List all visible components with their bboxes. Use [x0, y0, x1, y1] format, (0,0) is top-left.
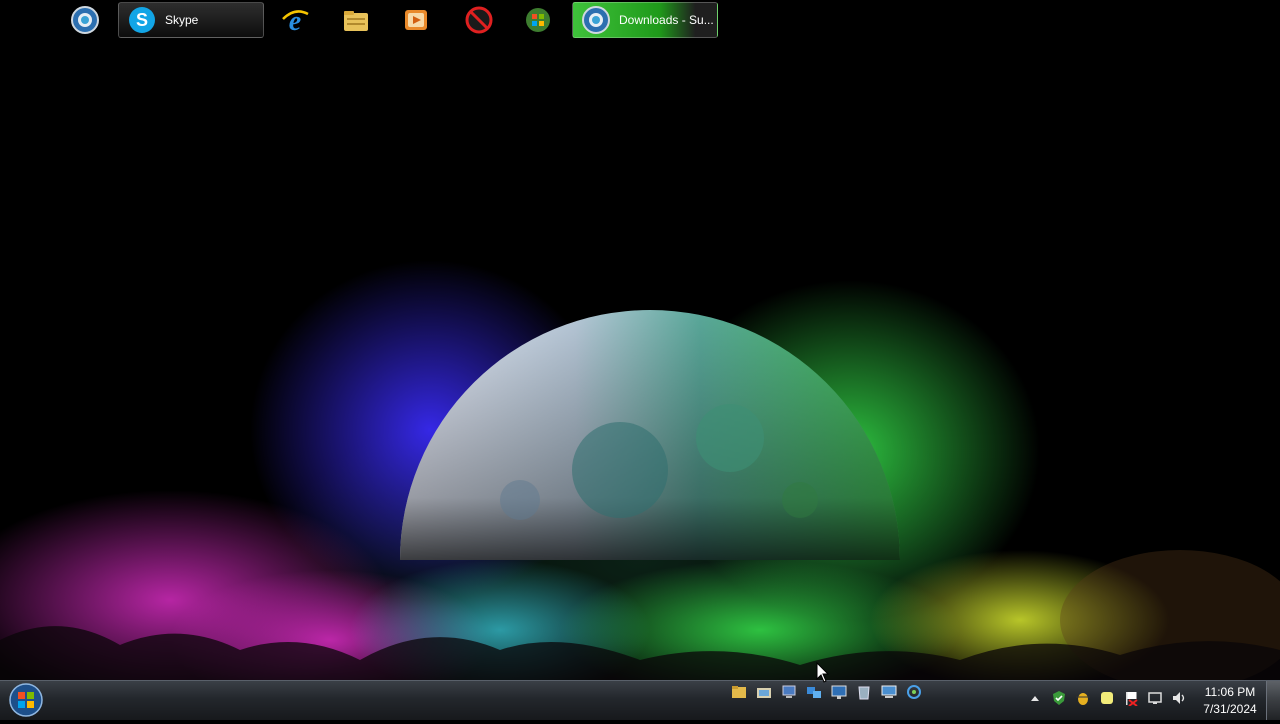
bug-icon[interactable]	[1075, 690, 1091, 706]
recycle-bin-icon[interactable]	[856, 684, 872, 700]
show-hidden-icons-arrow[interactable]	[1027, 690, 1043, 706]
show-desktop-button[interactable]	[1266, 681, 1280, 720]
action-center-flag-icon[interactable]	[1123, 690, 1139, 706]
file-explorer-icon	[344, 11, 368, 31]
skype-icon: S	[129, 7, 155, 33]
desktop-wallpaper	[0, 0, 1280, 680]
taskbar-file-explorer-button[interactable]	[337, 2, 375, 38]
clock-time: 11:06 PM	[1204, 685, 1256, 699]
taskbar-blocked-app-button[interactable]	[460, 2, 498, 38]
skype-button-label: Skype	[165, 13, 199, 27]
clock-date: 7/31/2024	[1203, 702, 1257, 716]
security-shield-icon[interactable]	[1051, 690, 1067, 706]
monitor-icon[interactable]	[831, 684, 847, 700]
taskbar-media-player-button[interactable]	[397, 2, 435, 38]
taskbar-browser-button[interactable]	[66, 2, 104, 38]
remote-desktop-icon[interactable]	[881, 684, 897, 700]
browser-globe-icon	[71, 6, 99, 34]
taskbar-downloads-window-button[interactable]: Downloads - Su...	[572, 2, 718, 38]
folder-icon[interactable]	[731, 684, 747, 700]
folder-open-icon[interactable]	[756, 684, 772, 700]
svg-text:S: S	[136, 10, 148, 30]
system-clock[interactable]: 11:06 PM 7/31/2024	[1194, 684, 1266, 718]
network-status-icon[interactable]	[1147, 690, 1163, 706]
network-sharing-icon[interactable]	[906, 684, 922, 700]
mouse-cursor-icon	[816, 662, 830, 683]
internet-explorer-icon: e	[282, 6, 309, 35]
network-icon[interactable]	[806, 684, 822, 700]
sticky-note-icon[interactable]	[1099, 690, 1115, 706]
downloads-window-label: Downloads - Su...	[619, 13, 714, 27]
computer-icon[interactable]	[781, 684, 797, 700]
taskbar-windows-button[interactable]	[519, 2, 557, 38]
media-player-icon	[405, 10, 427, 30]
taskbar-skype-button[interactable]: S Skype	[118, 2, 264, 38]
windows-start-orb-icon	[9, 683, 43, 717]
blocked-app-icon	[465, 6, 493, 34]
windows-flag-icon	[526, 8, 550, 32]
browser-globe-icon	[582, 6, 610, 34]
moon-wallpaper-image	[0, 260, 1280, 680]
start-button[interactable]	[6, 681, 46, 719]
taskbar-internet-explorer-button[interactable]: e	[276, 2, 314, 38]
volume-icon[interactable]	[1171, 690, 1187, 706]
